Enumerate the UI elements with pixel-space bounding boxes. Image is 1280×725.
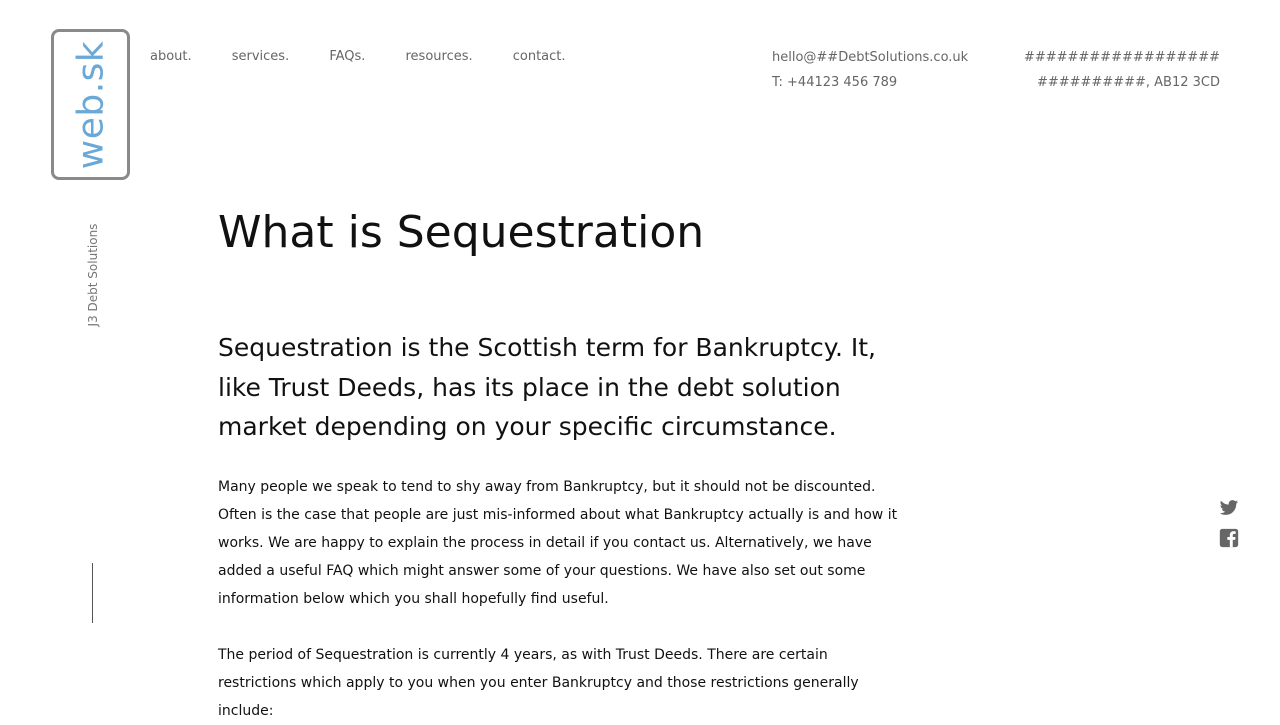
body-paragraph-1: Many people we speak to tend to shy away… [218, 479, 898, 607]
contact-email[interactable]: hello@##DebtSolutions.co.uk [772, 45, 968, 70]
nav-resources[interactable]: resources. [406, 49, 473, 64]
contact-phone[interactable]: T: +44123 456 789 [772, 70, 968, 95]
logo-text: web.sk [70, 40, 111, 169]
main-navigation: about. services. FAQs. resources. contac… [150, 45, 601, 64]
contact-info: hello@##DebtSolutions.co.uk T: +44123 45… [772, 45, 968, 95]
body-paragraph-2: The period of Sequestration is currently… [218, 647, 859, 719]
address-line-2: ##########, AB12 3CD [1036, 75, 1220, 90]
nav-contact[interactable]: contact. [513, 49, 566, 64]
site-logo[interactable]: web.sk [51, 29, 130, 180]
side-divider [92, 563, 93, 623]
twitter-icon[interactable] [1219, 498, 1239, 518]
social-links [1219, 498, 1239, 558]
nav-services[interactable]: services. [232, 49, 289, 64]
nav-about[interactable]: about. [150, 49, 192, 64]
nav-faqs[interactable]: FAQs. [329, 49, 365, 64]
lead-paragraph: Sequestration is the Scottish term for B… [218, 333, 876, 441]
page-title: What is Sequestration [218, 207, 705, 258]
company-tagline: J3 Debt Solutions [86, 223, 100, 327]
facebook-icon[interactable] [1219, 528, 1239, 548]
address-info: ################## ##########, AB12 3CD [1024, 45, 1220, 95]
address-line-1: ################## [1023, 50, 1220, 65]
